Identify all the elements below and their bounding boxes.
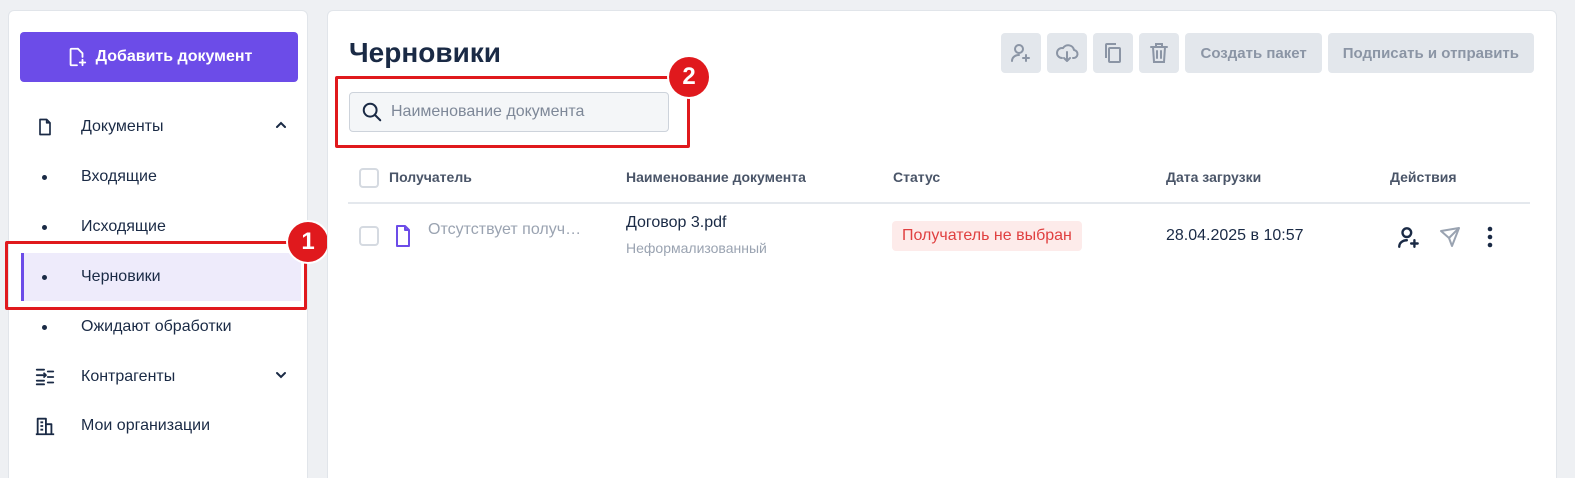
column-header-upload-date[interactable]: Дата загрузки [1166, 169, 1261, 185]
add-document-icon [69, 47, 86, 67]
sidebar-item-incoming[interactable]: Входящие [21, 153, 301, 201]
copy-button[interactable] [1093, 33, 1134, 73]
doc-type-label: Неформализованный [626, 240, 767, 256]
column-header-actions: Действия [1390, 169, 1457, 185]
sidebar-item-documents[interactable]: Документы [21, 103, 301, 151]
column-header-doc-name[interactable]: Наименование документа [626, 169, 806, 185]
sidebar-item-label: Исходящие [81, 218, 166, 235]
annotation-badge-2: 2 [669, 57, 709, 97]
delete-button[interactable] [1139, 33, 1180, 73]
annotation-badge-1: 1 [288, 222, 328, 262]
table-header-divider [348, 202, 1530, 204]
sidebar-item-my-organizations[interactable]: Мои организации [21, 402, 301, 450]
send-button[interactable] [1436, 223, 1464, 251]
add-recipient-button[interactable] [1001, 33, 1042, 73]
bullet [42, 224, 47, 230]
file-icon [396, 225, 410, 247]
chevron-down-icon[interactable] [273, 367, 289, 383]
more-vertical-icon [1487, 226, 1493, 248]
sidebar-item-label: Входящие [81, 168, 157, 185]
chevron-up-icon[interactable] [273, 117, 289, 133]
column-header-recipient[interactable]: Получатель [389, 169, 472, 185]
add-user-icon [1011, 44, 1031, 62]
recipient-cell: Отсутствует получ… [428, 221, 582, 238]
document-icon [33, 115, 57, 139]
counterparties-icon [33, 365, 57, 389]
sign-and-send-button[interactable]: Подписать и отправить [1327, 33, 1534, 73]
download-button[interactable] [1047, 33, 1088, 73]
bullet [42, 324, 47, 330]
highlight-box-1 [5, 241, 307, 310]
sidebar-item-label: Мои организации [81, 417, 211, 434]
more-actions-button[interactable] [1476, 223, 1504, 251]
sidebar-item-label: Документы [81, 118, 164, 135]
sidebar-item-counterparties[interactable]: Контрагенты [21, 353, 301, 401]
status-badge: Получатель не выбран [892, 221, 1082, 251]
highlight-box-2 [335, 76, 690, 148]
add-document-label: Добавить документ [95, 48, 253, 65]
add-document-button[interactable]: Добавить документ [20, 32, 298, 82]
column-header-status[interactable]: Статус [893, 169, 940, 185]
bullet [42, 174, 47, 180]
building-icon [33, 414, 57, 438]
sidebar-item-label: Контрагенты [81, 368, 176, 385]
page-title: Черновики [349, 37, 502, 68]
send-icon [1440, 227, 1460, 247]
main-panel: Черновики Создать пакет Подписать и отпр… [327, 10, 1557, 478]
doc-name-link[interactable]: Договор 3.pdf [626, 214, 726, 232]
toolbar: Создать пакет Подписать и отправить [1001, 33, 1534, 73]
copy-icon [1105, 43, 1122, 63]
row-checkbox[interactable] [359, 226, 379, 246]
sidebar-item-label: Ожидают обработки [81, 318, 232, 335]
select-all-checkbox[interactable] [359, 168, 379, 188]
add-user-icon [1398, 227, 1419, 248]
sidebar-item-pending[interactable]: Ожидают обработки [21, 303, 301, 351]
create-package-button[interactable]: Создать пакет [1185, 33, 1322, 73]
trash-icon [1150, 43, 1169, 63]
assign-recipient-button[interactable] [1395, 223, 1423, 251]
upload-date-cell: 28.04.2025 в 10:57 [1166, 227, 1304, 244]
cloud-download-icon [1056, 44, 1079, 62]
